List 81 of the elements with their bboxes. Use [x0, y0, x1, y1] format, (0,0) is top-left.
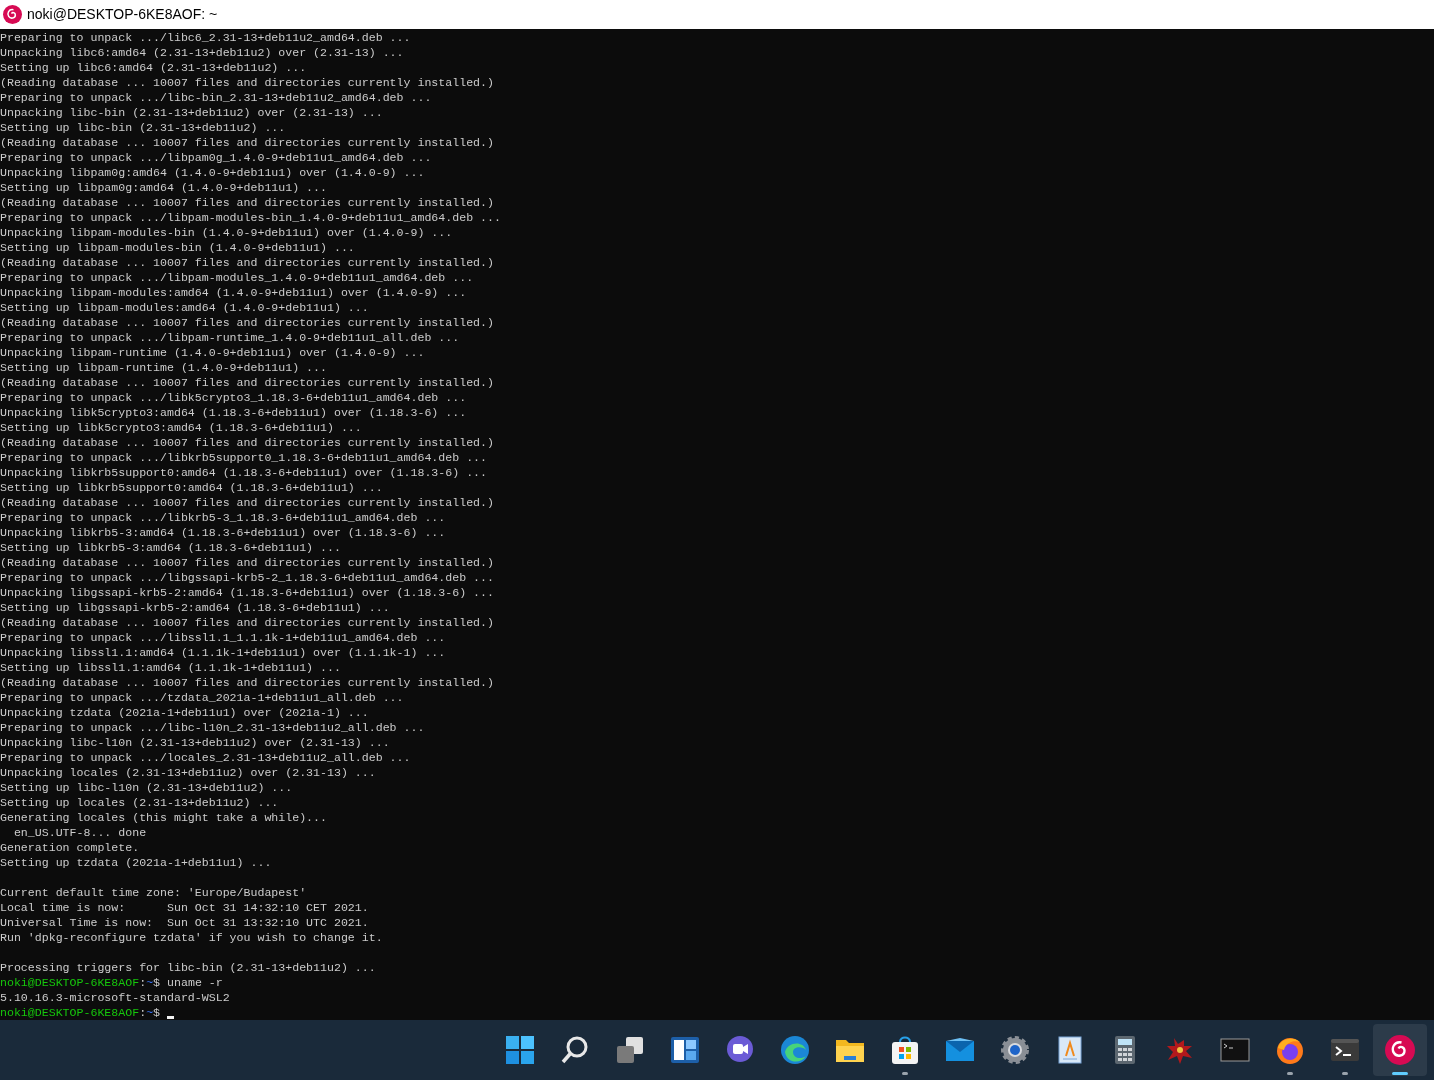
terminal-line: (Reading database ... 10007 files and directories currently installed.) [0, 615, 494, 630]
terminal-line: (Reading database ... 10007 files and directories currently installed.) [0, 195, 494, 210]
terminal-line: Preparing to unpack .../libc-bin_2.31-13+deb11u2_amd64.deb ... [0, 90, 432, 105]
prompt-separator: : [139, 1005, 147, 1020]
terminal-line: Unpacking libc6:amd64 (2.31-13+deb11u2) over (2.31-13) ... [0, 45, 404, 60]
terminal-line: Preparing to unpack .../libpam0g_1.4.0-9+deb11u1_amd64.deb ... [0, 150, 432, 165]
terminal-line: Setting up libpam0g:amd64 (1.4.0-9+deb11u1) ... [0, 180, 327, 195]
terminal-line: Preparing to unpack .../libpam-modules-bin_1.4.0-9+deb11u1_amd64.deb ... [0, 210, 501, 225]
terminal-line: Preparing to unpack .../locales_2.31-13+deb11u2_all.deb ... [0, 750, 411, 765]
terminal-line: Unpacking locales (2.31-13+deb11u2) over (2.31-13) ... [0, 765, 376, 780]
terminal-line: Local time is now: Sun Oct 31 14:32:10 CET 2021. [0, 900, 369, 915]
terminal-line: Preparing to unpack .../libk5crypto3_1.18.3-6+deb11u1_amd64.deb ... [0, 390, 467, 405]
terminal-line: Unpacking libpam0g:amd64 (1.4.0-9+deb11u1) over (1.4.0-9) ... [0, 165, 425, 180]
terminal-line: (Reading database ... 10007 files and directories currently installed.) [0, 135, 494, 150]
terminal-line: Setting up libpam-runtime (1.4.0-9+deb11u1) ... [0, 360, 327, 375]
terminal-line: Setting up libgssapi-krb5-2:amd64 (1.18.3-6+deb11u1) ... [0, 600, 390, 615]
prompt-symbol: $ [153, 1005, 161, 1020]
prompt-user-host: noki@DESKTOP-6KE8AOF [0, 1005, 140, 1020]
terminal-line: Setting up libk5crypto3:amd64 (1.18.3-6+deb11u1) ... [0, 420, 362, 435]
swirl-logo-icon [1385, 1035, 1415, 1065]
terminal-line: Current default time zone: 'Europe/Budapest' [0, 885, 307, 900]
terminal-line: Setting up libc6:amd64 (2.31-13+deb11u2) ... [0, 60, 307, 75]
command-text: uname -r [167, 975, 223, 990]
terminal-line: Unpacking libk5crypto3:amd64 (1.18.3-6+deb11u1) over (1.18.3-6) ... [0, 405, 467, 420]
terminal-line: Unpacking libc-l10n (2.31-13+deb11u2) over (2.31-13) ... [0, 735, 390, 750]
terminal-line: Unpacking libkrb5support0:amd64 (1.18.3-6+deb11u1) over (1.18.3-6) ... [0, 465, 488, 480]
terminal-line: Setting up locales (2.31-13+deb11u2) ... [0, 795, 279, 810]
terminal-line: (Reading database ... 10007 files and directories currently installed.) [0, 375, 494, 390]
terminal-line: en_US.UTF-8... done [12, 825, 147, 840]
terminal-line: Preparing to unpack .../libc6_2.31-13+deb11u2_amd64.deb ... [0, 30, 411, 45]
terminal-line: Unpacking tzdata (2021a-1+deb11u1) over (2021a-1) ... [0, 705, 369, 720]
terminal-line: Preparing to unpack .../libpam-runtime_1.4.0-9+deb11u1_all.deb ... [0, 330, 460, 345]
taskbar-button[interactable] [1373, 1024, 1427, 1076]
terminal-line: Unpacking libssl1.1:amd64 (1.1.1k-1+deb11u1) over (1.1.1k-1) ... [0, 645, 446, 660]
terminal-line: Setting up tzdata (2021a-1+deb11u1) ... [0, 855, 272, 870]
terminal-line: (Reading database ... 10007 files and directories currently installed.) [0, 255, 494, 270]
terminal-line: (Reading database ... 10007 files and directories currently installed.) [0, 555, 494, 570]
terminal-line: Processing triggers for libc-bin (2.31-13+deb11u2) ... [0, 960, 376, 975]
terminal-line: Preparing to unpack .../libpam-modules_1.4.0-9+deb11u1_amd64.deb ... [0, 270, 474, 285]
terminal-line: Unpacking libpam-runtime (1.4.0-9+deb11u1) over (1.4.0-9) ... [0, 345, 425, 360]
terminal-line: Unpacking libgssapi-krb5-2:amd64 (1.18.3-6+deb11u1) over (1.18.3-6) ... [0, 585, 494, 600]
swirl-app-icon [3, 5, 22, 24]
window-title: noki@DESKTOP-6KE8AOF: ~ [27, 5, 218, 24]
prompt-user-host: noki@DESKTOP-6KE8AOF [0, 975, 140, 990]
terminal-line: Generating locales (this might take a while)... [0, 810, 327, 825]
prompt-symbol: $ [153, 975, 161, 990]
terminal-line: Generation complete. [0, 840, 140, 855]
prompt-path: ~ [146, 1005, 154, 1020]
terminal-line: Setting up libpam-modules-bin (1.4.0-9+deb11u1) ... [0, 240, 355, 255]
settings-icon [999, 1034, 1031, 1066]
terminal-line: Preparing to unpack .../libkrb5-3_1.18.3-6+deb11u1_amd64.deb ... [0, 510, 446, 525]
prompt-path: ~ [146, 975, 154, 990]
prompt-separator: : [139, 975, 147, 990]
terminal-line: (Reading database ... 10007 files and directories currently installed.) [0, 435, 494, 450]
terminal-line: Unpacking libkrb5-3:amd64 (1.18.3-6+deb11u1) over (1.18.3-6) ... [0, 525, 446, 540]
terminal-line: Setting up libkrb5support0:amd64 (1.18.3-6+deb11u1) ... [0, 480, 383, 495]
terminal-line: (Reading database ... 10007 files and directories currently installed.) [0, 675, 494, 690]
terminal-line: Universal Time is now: Sun Oct 31 13:32:10 UTC 2021. [0, 915, 369, 930]
terminal-line: Unpacking libpam-modules:amd64 (1.4.0-9+deb11u1) over (1.4.0-9) ... [0, 285, 467, 300]
terminal-line: Preparing to unpack .../tzdata_2021a-1+deb11u1_all.deb ... [0, 690, 404, 705]
terminal-line: (Reading database ... 10007 files and directories currently installed.) [0, 495, 494, 510]
shopping-bag-icon [889, 1034, 921, 1066]
terminal-line: (Reading database ... 10007 files and directories currently installed.) [0, 315, 494, 330]
terminal-line: Unpacking libc-bin (2.31-13+deb11u2) over (2.31-13) ... [0, 105, 383, 120]
widgets-icon [669, 1034, 701, 1066]
terminal-line: (Reading database ... 10007 files and directories currently installed.) [0, 75, 494, 90]
terminal-line: 5.10.16.3-microsoft-standard-WSL2 [0, 990, 230, 1005]
terminal-line: Preparing to unpack .../libssl1.1_1.1.1k-1+deb11u1_amd64.deb ... [0, 630, 446, 645]
terminal-line: Unpacking libpam-modules-bin (1.4.0-9+deb11u1) over (1.4.0-9) ... [0, 225, 453, 240]
stacked-windows-icon [614, 1034, 646, 1066]
browser-icon [779, 1034, 811, 1066]
terminal-line: Preparing to unpack .../libgssapi-krb5-2_1.18.3-6+deb11u1_amd64.deb ... [0, 570, 494, 585]
windows-logo-icon [504, 1034, 536, 1066]
terminal-line: Setting up libpam-modules:amd64 (1.4.0-9+deb11u1) ... [0, 300, 369, 315]
terminal-line: Preparing to unpack .../libc-l10n_2.31-13+deb11u2_all.deb ... [0, 720, 425, 735]
terminal-line: Setting up libc-l10n (2.31-13+deb11u2) ... [0, 780, 293, 795]
terminal-line: Setting up libkrb5-3:amd64 (1.18.3-6+deb11u1) ... [0, 540, 341, 555]
terminal-line: Run 'dpkg-reconfigure tzdata' if you wish to change it. [0, 930, 383, 945]
terminal-line: Setting up libc-bin (2.31-13+deb11u2) ... [0, 120, 286, 135]
terminal-line: Preparing to unpack .../libkrb5support0_1.18.3-6+deb11u1_amd64.deb ... [0, 450, 488, 465]
terminal-line: Setting up libssl1.1:amd64 (1.1.1k-1+deb11u1) ... [0, 660, 341, 675]
